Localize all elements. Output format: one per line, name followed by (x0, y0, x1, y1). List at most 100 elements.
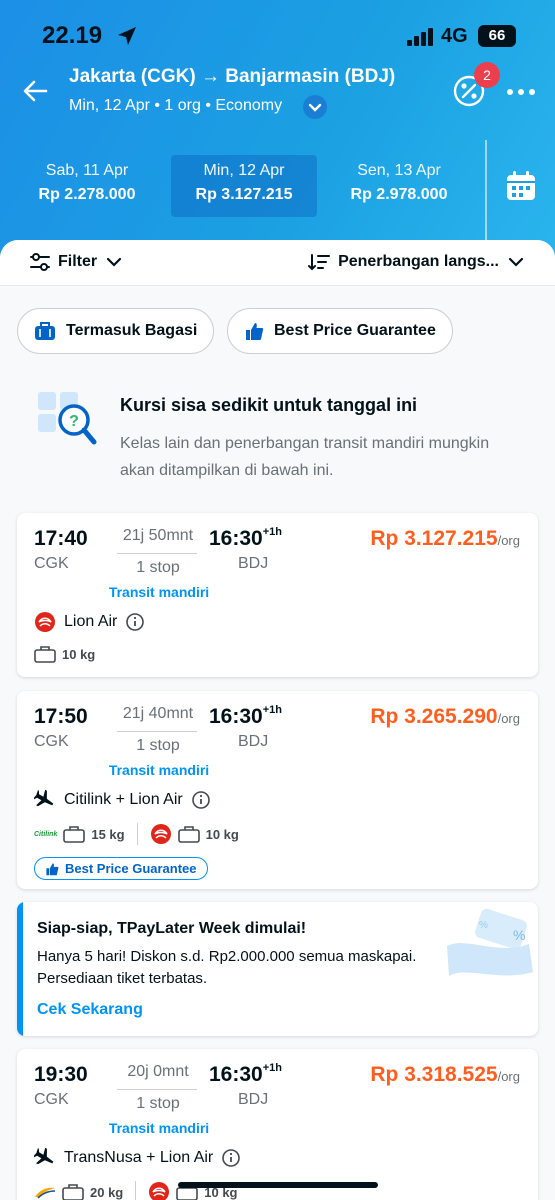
arrival-time-value: 16:30 (209, 527, 263, 550)
date-price: Rp 3.127.215 (195, 186, 293, 203)
chevron-down-icon (508, 257, 524, 267)
date-price: Rp 2.978.000 (350, 186, 448, 203)
day-offset: +1h (262, 704, 282, 716)
search-summary[interactable]: Min, 12 Apr • 1 org • Economy (69, 97, 282, 115)
airline-name: TransNusa + Lion Air (64, 1149, 214, 1166)
airline-row: Citilink + Lion Air (34, 789, 211, 811)
back-arrow-icon[interactable] (22, 78, 48, 109)
stop-count: 1 stop (136, 559, 180, 576)
network-label: 4G (441, 25, 468, 47)
date-price: Rp 2.278.000 (38, 186, 136, 203)
filter-button[interactable]: Filter (30, 253, 123, 271)
arrival-time-value: 16:30 (209, 1063, 263, 1086)
flight-price: Rp 3.318.525/org (370, 1063, 520, 1087)
divider (135, 1181, 137, 1200)
home-indicator[interactable] (178, 1182, 378, 1188)
results-sheet: Filter Penerbangan langs... Termasuk Bag… (0, 240, 555, 1200)
airplane-icon (34, 1147, 54, 1165)
arrival-time-value: 16:30 (209, 705, 263, 728)
sort-icon (308, 254, 331, 271)
baggage-weight: 15 kg (91, 826, 125, 842)
baggage-weight: 10 kg (205, 826, 239, 842)
stop-count: 1 stop (136, 737, 180, 754)
flight-card[interactable]: 19:30 CGK 20j 0mnt 1 stop Transit mandir… (17, 1049, 538, 1200)
notice-description: Kelas lain dan penerbangan transit mandi… (120, 435, 490, 479)
flight-price: Rp 3.127.215/org (370, 527, 520, 551)
date-option-selected[interactable]: Min, 12 Apr Rp 3.127.215 (171, 155, 317, 217)
location-arrow-icon (116, 25, 138, 52)
promo-count-badge: 2 (474, 62, 500, 88)
arrival-airport: BDJ (238, 1091, 269, 1108)
luggage-icon (177, 826, 200, 843)
flight-card[interactable]: 17:40 CGK 21j 50mnt 1 stop Transit mandi… (17, 513, 538, 677)
calendar-icon[interactable] (505, 170, 537, 207)
flight-card[interactable]: 17:50 CGK 21j 40mnt 1 stop Transit mandi… (17, 691, 538, 889)
info-icon[interactable] (125, 612, 145, 632)
filter-bar: Filter Penerbangan langs... (0, 240, 555, 286)
flight-duration: 21j 50mnt (122, 527, 194, 544)
chevron-down-icon[interactable] (303, 95, 327, 119)
route-title[interactable]: Jakarta (CGK) → Banjarmasin (BDJ) (69, 66, 395, 88)
price-unit: /org (497, 711, 520, 726)
sliders-icon (30, 253, 50, 271)
date-option[interactable]: Sab, 11 Apr Rp 2.278.000 (14, 155, 160, 217)
info-icon[interactable] (191, 790, 211, 810)
filter-label: Filter (58, 253, 98, 270)
baggage-weight: 10 kg (62, 646, 96, 662)
promo-cta-link[interactable]: Cek Sekarang (37, 1001, 143, 1019)
price-unit: /org (497, 533, 520, 548)
promo-title: Siap-siap, TPayLater Week dimulai! (37, 920, 307, 937)
info-icon[interactable] (221, 1148, 241, 1168)
more-options-icon[interactable] (505, 82, 537, 107)
chip-label: Best Price Guarantee (274, 322, 436, 339)
transnusa-logo-icon (35, 1187, 56, 1199)
thumbs-up-icon (46, 862, 59, 875)
date-label: Sab, 11 Apr (45, 162, 129, 179)
price-unit: /org (497, 1069, 520, 1084)
chip-label: Termasuk Bagasi (66, 322, 198, 339)
promo-description: Hanya 5 hari! Diskon s.d. Rp2.000.000 se… (37, 948, 417, 987)
baggage-filter-chip[interactable]: Termasuk Bagasi (17, 308, 215, 354)
luggage-icon (62, 1184, 84, 1200)
promo-banner[interactable]: Siap-siap, TPayLater Week dimulai! Hanya… (17, 902, 538, 1036)
notice-title: Kursi sisa sedikit untuk tanggal ini (120, 395, 418, 415)
transit-label: Transit mandiri (108, 1120, 210, 1136)
citilink-logo: Citilink (34, 830, 58, 838)
lion-air-logo-icon (35, 612, 55, 632)
airline-row: Lion Air (34, 611, 145, 633)
battery-icon: 66 (478, 25, 516, 47)
svg-text:%: % (479, 920, 488, 931)
arrival-airport: BDJ (238, 555, 269, 572)
price-value: Rp 3.127.215 (370, 527, 498, 550)
duration-line (117, 731, 197, 732)
divider (136, 823, 138, 845)
price-value: Rp 3.318.525 (370, 1063, 498, 1086)
flight-duration: 20j 0mnt (127, 1063, 189, 1080)
baggage-row: Citilink 15 kg 10 kg (34, 823, 239, 845)
departure-time: 19:30 (34, 1063, 88, 1086)
departure-airport: CGK (34, 1091, 69, 1108)
suitcase-icon (35, 322, 55, 340)
airplane-icon (34, 789, 54, 807)
bpg-filter-chip[interactable]: Best Price Guarantee (227, 308, 453, 354)
departure-airport: CGK (34, 555, 69, 572)
signal-icon (407, 28, 435, 51)
transit-label: Transit mandiri (108, 584, 210, 600)
discount-ticket-icon: % % (447, 908, 533, 976)
date-option[interactable]: Sen, 13 Apr Rp 2.978.000 (326, 155, 472, 217)
lion-air-logo-icon (150, 824, 171, 844)
flight-duration: 21j 40mnt (122, 705, 194, 722)
departure-time: 17:40 (34, 527, 88, 550)
arrival-airport: BDJ (238, 733, 269, 750)
sort-button[interactable]: Penerbangan langs... (308, 253, 525, 271)
stop-count: 1 stop (136, 1095, 180, 1112)
arrival-time: 16:30+1h (209, 1062, 282, 1087)
date-selector: Sab, 11 Apr Rp 2.278.000 Min, 12 Apr Rp … (0, 155, 555, 217)
chevron-down-icon (107, 257, 122, 267)
thumbs-up-icon (246, 323, 264, 340)
day-offset: +1h (262, 1062, 282, 1074)
divider (485, 140, 487, 240)
flight-price: Rp 3.265.290/org (370, 705, 520, 729)
airline-name: Citilink + Lion Air (64, 791, 183, 808)
badge-label: Best Price Guarantee (65, 861, 197, 876)
